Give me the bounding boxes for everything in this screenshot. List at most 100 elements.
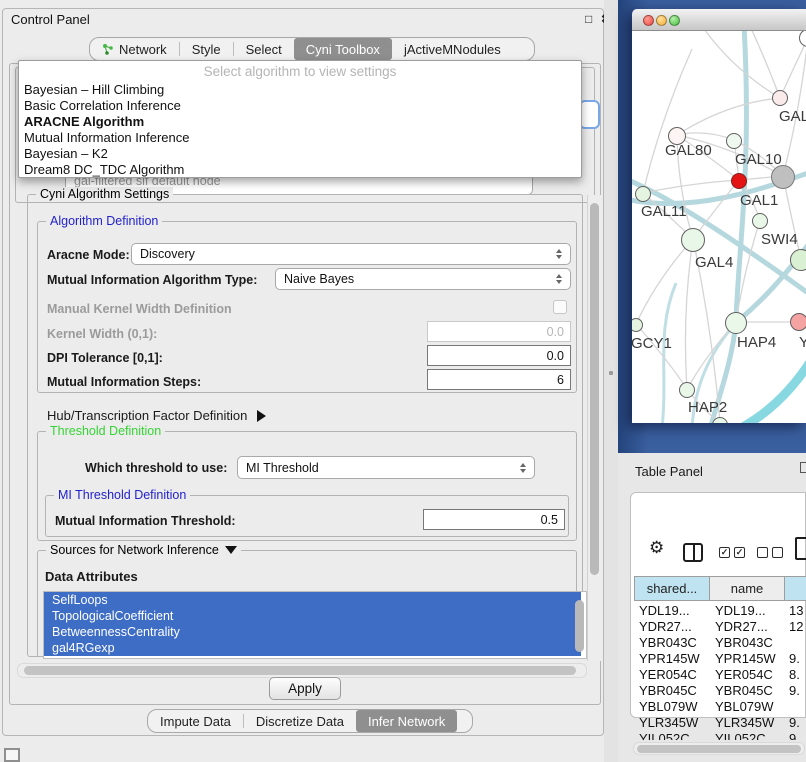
node-label: HAP4 (737, 334, 776, 351)
deselect-all-columns-icon[interactable] (757, 547, 783, 558)
network-window-titlebar[interactable] (632, 9, 806, 31)
sources-title: Sources for Network Inference (50, 543, 219, 557)
tab-label: Network (119, 42, 167, 57)
mi-steps-input[interactable]: 6 (427, 369, 571, 390)
table-cell[interactable]: YBR045C (715, 683, 783, 699)
gear-icon[interactable]: ⚙ (649, 538, 664, 558)
node-unlabeled[interactable] (771, 165, 795, 189)
table-cell[interactable]: YBL079W (715, 699, 783, 715)
data-attributes-list: SelfLoops TopologicalCoefficient Between… (43, 591, 587, 659)
node-gal1[interactable] (731, 173, 747, 189)
table-cell[interactable]: YBL079W (639, 699, 709, 715)
list-item[interactable]: gal4RGexp (44, 640, 581, 656)
column-header-shared-name[interactable]: shared... (634, 576, 710, 601)
node-gal4[interactable] (681, 228, 705, 252)
hub-definition-toggle[interactable]: Hub/Transcription Factor Definition (47, 408, 266, 423)
network-canvas[interactable]: GAL GAL80 GAL10 GAL1 GAL11 SWI4 GAL4 GCY… (632, 31, 806, 423)
table-cell[interactable] (789, 699, 805, 715)
table-cell[interactable]: YBR045C (639, 683, 709, 699)
node-unlabeled-pink[interactable] (790, 313, 806, 331)
table-cell[interactable]: YIL052C (639, 731, 709, 740)
export-table-icon[interactable] (795, 537, 806, 560)
group-title-row[interactable]: Sources for Network Inference (46, 543, 241, 557)
column-header-partial[interactable] (784, 576, 806, 601)
dropdown-option[interactable]: Bayesian – K2 (19, 145, 581, 161)
tab-infer-network[interactable]: Infer Network (356, 710, 457, 732)
table-cell[interactable]: YLR345W (715, 715, 783, 731)
table-cell[interactable]: 9. (789, 715, 805, 731)
dropdown-option[interactable]: Bayesian – Hill Climbing (19, 81, 581, 97)
table-cell[interactable] (789, 635, 805, 651)
apply-button[interactable]: Apply (269, 677, 341, 700)
float-window-icon[interactable]: □ (585, 12, 592, 26)
node-unlabeled[interactable] (772, 90, 788, 106)
table-cell[interactable]: YPR145W (639, 651, 709, 667)
table-horizontal-scrollbar[interactable] (633, 742, 805, 755)
mi-threshold-input[interactable]: 0.5 (423, 509, 565, 530)
list-item[interactable]: TopologicalCoefficient (44, 608, 581, 624)
table-cell[interactable]: 8. (789, 667, 805, 683)
table-cell[interactable]: 12 (789, 619, 805, 635)
node-hap4[interactable] (725, 312, 747, 334)
close-traffic-light-icon[interactable] (643, 15, 654, 26)
tab-cyni-toolbox[interactable]: Cyni Toolbox (294, 38, 392, 60)
node-unlabeled[interactable] (790, 249, 806, 271)
option-label: Basic Correlation Inference (24, 98, 181, 113)
split-divider[interactable] (604, 0, 618, 762)
tab-style[interactable]: Style (180, 38, 233, 60)
aracne-mode-combobox[interactable]: Discovery (131, 243, 571, 265)
column-header-name[interactable]: name (709, 576, 785, 601)
list-scrollbar-thumb[interactable] (575, 600, 584, 652)
table-cell[interactable]: 13 (789, 603, 805, 619)
table-cell[interactable]: YDL19... (639, 603, 709, 619)
table-cell[interactable]: 9. (789, 651, 805, 667)
table-cell[interactable]: YDL19... (715, 603, 783, 619)
tab-impute-data[interactable]: Impute Data (148, 710, 243, 732)
algorithm-combobox-edge[interactable] (579, 100, 600, 129)
collapsed-arrow-icon (257, 410, 266, 422)
algorithm-dropdown-popup: Select algorithm to view settings Bayesi… (18, 60, 582, 178)
node-swi4[interactable] (752, 213, 768, 229)
node-label: GAL80 (665, 142, 712, 159)
table-cell[interactable]: YER054C (639, 667, 709, 683)
dropdown-option[interactable]: Dream8 DC_TDC Algorithm (19, 161, 581, 177)
dropdown-option[interactable]: Basic Correlation Inference (19, 97, 581, 113)
table-cell[interactable]: YER054C (715, 667, 783, 683)
table-cell[interactable]: YDR27... (639, 619, 709, 635)
table-cell[interactable]: YBR043C (715, 635, 783, 651)
settings-vertical-scrollbar[interactable] (587, 195, 601, 661)
network-window: GAL GAL80 GAL10 GAL1 GAL11 SWI4 GAL4 GCY… (632, 9, 806, 423)
node-gal11[interactable] (635, 186, 651, 202)
tab-jactivemnodules[interactable]: jActiveMNodules (392, 38, 513, 60)
dpi-tolerance-input[interactable]: 0.0 (427, 345, 571, 366)
dropdown-option[interactable]: Mutual Information Inference (19, 129, 581, 145)
zoom-traffic-light-icon[interactable] (669, 15, 680, 26)
panel-button-icon[interactable] (800, 462, 806, 473)
table-cell[interactable]: YDR27... (715, 619, 783, 635)
tab-select[interactable]: Select (234, 38, 294, 60)
node-hap2[interactable] (679, 382, 695, 398)
dropdown-option-selected[interactable]: ARACNE Algorithm (19, 113, 581, 129)
which-threshold-combobox[interactable]: MI Threshold (237, 456, 535, 479)
table-cell[interactable]: YPR145W (715, 651, 783, 667)
group-title: Threshold Definition (46, 424, 165, 438)
manual-kernel-checkbox[interactable] (553, 300, 567, 314)
tab-network[interactable]: Network (90, 38, 179, 60)
table-cell[interactable]: YIL052C (715, 731, 783, 740)
table-cell[interactable]: 9 (789, 731, 805, 740)
option-label: Mutual Information Inference (24, 130, 189, 145)
mi-type-combobox[interactable]: Naive Bayes (275, 268, 571, 290)
table-cell[interactable]: YBR043C (639, 635, 709, 651)
select-all-columns-icon[interactable]: ✓✓ (719, 547, 745, 558)
minimize-traffic-light-icon[interactable] (656, 15, 667, 26)
minimized-panel-icon[interactable] (4, 748, 20, 762)
split-columns-icon[interactable] (683, 543, 703, 562)
kernel-width-input[interactable]: 0.0 (427, 321, 571, 342)
table-cell[interactable]: 9. (789, 683, 805, 699)
node-gal10[interactable] (726, 133, 742, 149)
settings-horizontal-scrollbar[interactable] (17, 663, 587, 678)
table-cell[interactable]: YLR345W (639, 715, 709, 731)
list-item[interactable]: SelfLoops (44, 592, 581, 608)
tab-discretize-data[interactable]: Discretize Data (244, 710, 356, 732)
list-item[interactable]: BetweennessCentrality (44, 624, 581, 640)
